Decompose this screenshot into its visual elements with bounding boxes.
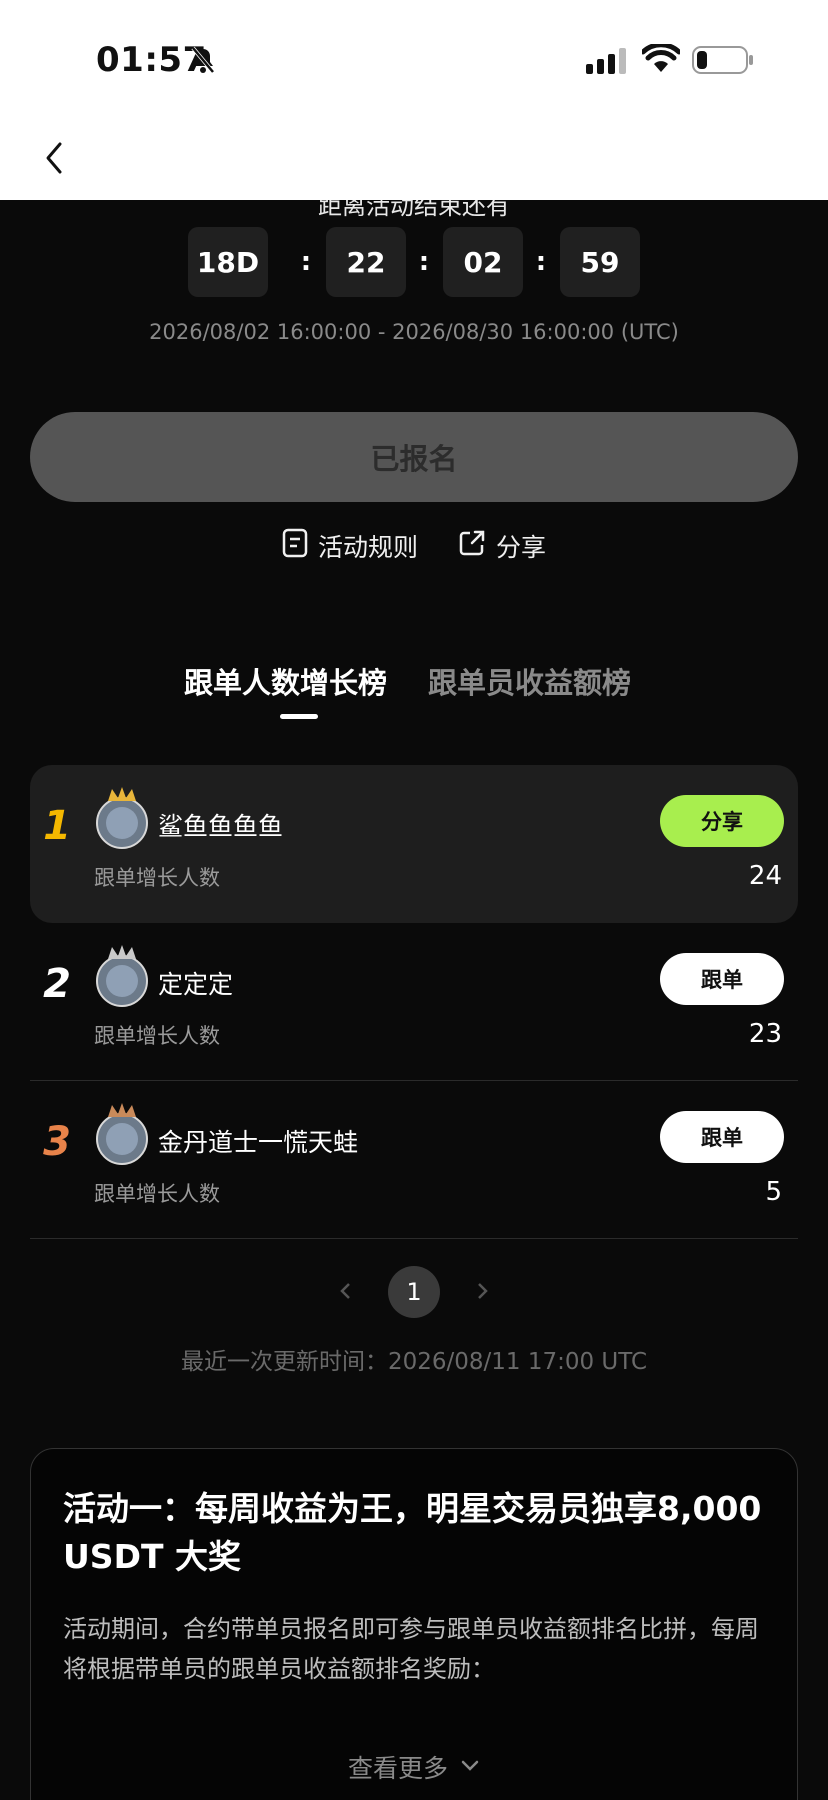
nav-bar: [0, 118, 828, 200]
pagination: 1: [0, 1266, 828, 1318]
leaderboard: 1 鲨鱼鱼鱼鱼 跟单增长人数 分享 24 2 定定定 跟单增长人数 跟单 23 …: [30, 765, 798, 1239]
leaderboard-row: 2 定定定 跟单增长人数 跟单 23: [30, 923, 798, 1081]
back-arrow-icon[interactable]: [36, 138, 76, 178]
view-more-label: 查看更多: [347, 1754, 448, 1783]
activity-card-body: 活动期间，合约带单员报名即可参与跟单员收益额排名比拼，每周将根据带单员的跟单员收…: [63, 1615, 759, 1683]
share-button[interactable]: 分享: [660, 795, 784, 847]
tab-follower-earnings[interactable]: 跟单员收益额榜: [428, 660, 631, 702]
chevron-left-icon[interactable]: [336, 1276, 356, 1310]
crown-icon: [96, 1103, 148, 1165]
countdown-hours: 22: [326, 227, 406, 297]
page-number[interactable]: 1: [388, 1266, 440, 1318]
rules-link[interactable]: 活动规则: [282, 528, 418, 564]
signup-button[interactable]: 已报名: [30, 412, 798, 502]
countdown-days: 18D: [188, 227, 268, 297]
share-icon: [458, 529, 486, 563]
activity-card-title: 活动一：每周收益为王，明星交易员独享8,000 USDT 大奖: [63, 1489, 762, 1576]
bell-slash-icon: [190, 46, 216, 78]
countdown-seconds: 59: [560, 227, 640, 297]
rank-number: 1: [43, 803, 71, 849]
leaderboard-tabs: 跟单人数增长榜 跟单员收益额榜: [0, 660, 828, 720]
signal-icon: [586, 48, 630, 78]
share-link-label: 分享: [496, 533, 547, 562]
metric-label: 跟单增长人数: [94, 1182, 220, 1206]
growth-count: 5: [765, 1177, 782, 1207]
countdown-separator: :: [535, 247, 547, 277]
trader-name[interactable]: 定定定: [158, 965, 233, 1001]
activity-card: 活动一：每周收益为王，明星交易员独享8,000 USDT 大奖 活动期间，合约带…: [30, 1448, 798, 1800]
battery-icon: [692, 45, 754, 79]
countdown-separator: :: [418, 247, 430, 277]
leaderboard-row: 3 金丹道士一慌天蛙 跟单增长人数 跟单 5: [30, 1081, 798, 1239]
action-links: 活动规则 分享: [0, 528, 828, 568]
crown-icon: [96, 945, 148, 1007]
chevron-down-icon: [458, 1753, 482, 1782]
activity-period: 2026/08/02 16:00:00 - 2026/08/30 16:00:0…: [149, 320, 679, 344]
crown-icon: [96, 787, 148, 849]
tab-indicator: [280, 714, 318, 719]
last-updated: 最近一次更新时间：2026/08/11 17:00 UTC: [180, 1349, 648, 1375]
view-more-button[interactable]: 查看更多: [31, 1749, 799, 1785]
countdown-separator: :: [300, 247, 312, 277]
metric-label: 跟单增长人数: [94, 1024, 220, 1048]
rules-link-label: 活动规则: [318, 533, 419, 562]
countdown: 18D : 22 : 02 : 59: [0, 227, 828, 297]
growth-count: 24: [748, 861, 782, 891]
follow-button[interactable]: 跟单: [660, 1111, 784, 1163]
wifi-icon: [640, 42, 682, 78]
avatar[interactable]: [94, 945, 150, 1007]
trader-name[interactable]: 金丹道士一慌天蛙: [158, 1123, 358, 1159]
leaderboard-row: 1 鲨鱼鱼鱼鱼 跟单增长人数 分享 24: [30, 765, 798, 923]
follow-button[interactable]: 跟单: [660, 953, 784, 1005]
trader-name[interactable]: 鲨鱼鱼鱼鱼: [158, 807, 283, 843]
countdown-title: 距离活动结束还有: [318, 200, 510, 220]
avatar[interactable]: [94, 1103, 150, 1165]
growth-count: 23: [748, 1019, 782, 1049]
rank-number: 3: [43, 1119, 71, 1165]
metric-label: 跟单增长人数: [94, 866, 220, 890]
main-content: 距离活动结束还有 18D : 22 : 02 : 59 2026/08/02 1…: [0, 200, 828, 1800]
countdown-minutes: 02: [443, 227, 523, 297]
tab-follower-growth[interactable]: 跟单人数增长榜: [184, 660, 387, 702]
share-link[interactable]: 分享: [458, 528, 546, 564]
rank-number: 2: [43, 961, 71, 1007]
status-bar: 01:57: [0, 0, 828, 118]
document-icon: [282, 528, 308, 564]
avatar[interactable]: [94, 787, 150, 849]
chevron-right-icon[interactable]: [472, 1276, 492, 1310]
